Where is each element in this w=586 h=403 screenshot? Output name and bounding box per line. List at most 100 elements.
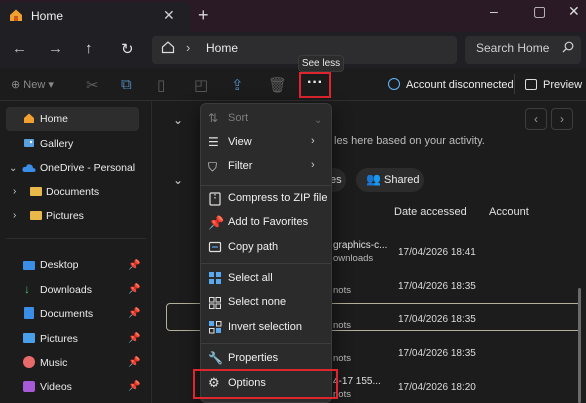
menu-separator <box>201 343 331 344</box>
chevron-right-icon: › <box>311 159 315 171</box>
close-tab-icon[interactable]: ✕ <box>163 7 175 24</box>
zip-icon <box>209 192 221 206</box>
new-button[interactable]: ⊕ New ▾ <box>11 78 54 91</box>
sidebar-item-documents[interactable]: Documents <box>40 308 93 320</box>
sidebar-item-pictures-onedrive[interactable]: Pictures <box>46 210 84 222</box>
sidebar-item-music[interactable]: Music <box>40 357 67 369</box>
sidebar-item-pictures[interactable]: Pictures <box>40 333 78 345</box>
paste-icon[interactable]: ▯ <box>157 76 165 94</box>
search-placeholder: Search Home <box>476 41 550 55</box>
sidebar-item-onedrive[interactable]: OneDrive - Personal <box>40 162 135 174</box>
sidebar-divider <box>6 238 146 239</box>
onedrive-cloud-icon <box>22 164 36 172</box>
tab-home[interactable] <box>0 2 190 32</box>
scroll-left-button[interactable]: ‹ <box>525 108 547 130</box>
see-more-button[interactable]: ··· <box>299 72 331 98</box>
menu-item-sort: Sort <box>228 112 249 124</box>
sidebar-item-gallery[interactable]: Gallery <box>40 138 73 150</box>
menu-separator <box>201 185 331 186</box>
maximize-button[interactable]: ▢ <box>533 3 546 20</box>
pin-icon[interactable]: 📌 <box>128 308 140 319</box>
menu-item-view[interactable]: View <box>228 136 252 148</box>
divider <box>514 74 515 94</box>
pin-icon[interactable]: 📌 <box>128 333 140 344</box>
chevron-right-icon[interactable]: › <box>13 186 16 197</box>
menu-separator <box>201 263 331 264</box>
menu-item-filter[interactable]: Filter <box>228 160 252 172</box>
desktop-icon <box>23 261 35 270</box>
music-icon <box>23 356 35 368</box>
select-none-icon <box>209 297 221 309</box>
preview-button[interactable]: Preview <box>543 79 582 91</box>
chevron-down-icon[interactable]: ⌄ <box>173 173 183 187</box>
search-icon <box>562 41 574 53</box>
file-date: 17/04/2026 18:35 <box>398 281 476 292</box>
up-arrow-icon[interactable]: ↑ <box>85 40 93 57</box>
folder-icon <box>30 211 42 220</box>
cut-icon[interactable]: ✂ <box>86 76 99 94</box>
chevron-down-icon: ⌄ <box>314 115 323 126</box>
pin-icon[interactable]: 📌 <box>128 381 140 392</box>
file-date: 17/04/2026 18:20 <box>398 382 476 393</box>
suggestions-text: les here based on your activity. <box>334 135 485 147</box>
chevron-down-icon[interactable]: ⌄ <box>173 113 183 127</box>
documents-icon <box>24 307 34 319</box>
home-icon <box>10 9 22 21</box>
new-tab-button[interactable]: + <box>198 5 209 26</box>
column-date-accessed[interactable]: Date accessed <box>394 206 467 218</box>
menu-item-compress-zip[interactable]: Compress to ZIP file <box>228 192 327 204</box>
forward-arrow-icon[interactable]: → <box>48 40 63 57</box>
refresh-icon[interactable]: ↻ <box>121 40 134 58</box>
menu-item-copy-path[interactable]: Copy path <box>228 241 278 253</box>
rename-icon[interactable]: ◰ <box>194 76 208 94</box>
videos-icon <box>23 381 35 392</box>
scrollbar[interactable] <box>578 288 581 403</box>
close-window-button[interactable]: ✕ <box>568 3 580 20</box>
tab-title: Home <box>31 9 64 23</box>
delete-icon[interactable]: 🗑 <box>268 76 287 94</box>
file-date: 17/04/2026 18:41 <box>398 247 476 258</box>
home-icon <box>24 113 34 123</box>
back-arrow-icon[interactable]: ← <box>12 40 27 57</box>
file-name[interactable]: 4-17 155... <box>333 376 381 387</box>
file-name[interactable]: graphics-c... <box>333 240 387 251</box>
column-account[interactable]: Account <box>489 206 529 218</box>
wrench-icon: 🔧 <box>208 351 223 365</box>
chevron-right-icon: › <box>311 135 315 147</box>
sidebar-item-desktop[interactable]: Desktop <box>40 259 79 271</box>
file-location: nots <box>333 320 351 331</box>
menu-item-properties[interactable]: Properties <box>228 352 278 364</box>
select-all-icon <box>209 272 221 284</box>
menu-item-select-none[interactable]: Select none <box>228 296 286 308</box>
pin-icon[interactable]: 📌 <box>128 260 140 271</box>
sidebar-item-documents-onedrive[interactable]: Documents <box>46 186 99 198</box>
menu-item-add-favorites[interactable]: Add to Favorites <box>228 216 308 228</box>
folder-icon <box>30 187 42 196</box>
copy-icon[interactable]: ⧉ <box>121 76 132 93</box>
downloads-icon: ↓ <box>24 282 30 296</box>
account-status[interactable]: Account disconnected <box>406 79 514 91</box>
pin-icon[interactable]: 📌 <box>128 357 140 368</box>
pin-icon[interactable]: 📌 <box>128 284 140 295</box>
breadcrumb[interactable]: Home <box>206 41 238 55</box>
scroll-right-button[interactable]: › <box>551 108 573 130</box>
pin-favorite-icon: 📌 <box>208 215 225 230</box>
menu-item-select-all[interactable]: Select all <box>228 272 273 284</box>
sidebar-item-downloads[interactable]: Downloads <box>40 284 92 296</box>
menu-item-invert-selection[interactable]: Invert selection <box>228 321 302 333</box>
new-label: New <box>23 79 46 91</box>
view-icon: ☰ <box>208 135 219 149</box>
preview-pane-icon <box>525 79 537 90</box>
chevron-right-icon[interactable]: › <box>13 210 16 221</box>
minimize-button[interactable]: – <box>490 3 498 19</box>
options-highlight <box>193 369 338 399</box>
file-date: 17/04/2026 18:35 <box>398 348 476 359</box>
sidebar-item-videos[interactable]: Videos <box>40 381 72 393</box>
chevron-right-icon: › <box>186 40 191 55</box>
home-outline-icon <box>161 41 175 54</box>
file-date: 17/04/2026 18:35 <box>398 314 476 325</box>
chevron-down-icon[interactable]: ⌄ <box>9 163 17 174</box>
invert-selection-icon <box>209 321 222 334</box>
copy-path-icon <box>208 241 222 253</box>
share-icon[interactable]: ⇪ <box>231 76 244 94</box>
